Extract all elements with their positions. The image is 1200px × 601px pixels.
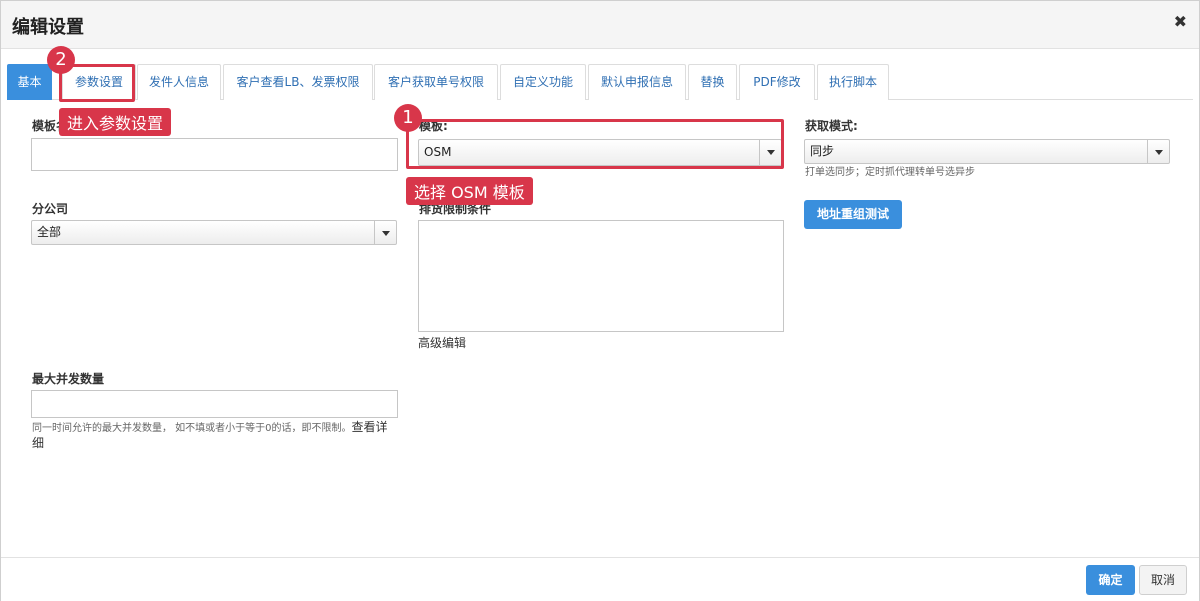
chevron-down-icon <box>1147 140 1169 163</box>
template-name-input[interactable] <box>31 138 398 171</box>
chevron-down-icon <box>759 140 781 165</box>
fetch-mode-select[interactable]: 同步 <box>804 139 1170 164</box>
tab-replace[interactable]: 替换 <box>688 64 737 100</box>
tab-default-declaration[interactable]: 默认申报信息 <box>588 64 686 100</box>
tab-parameters[interactable]: 参数设置 <box>62 64 136 100</box>
tab-pdf-edit[interactable]: PDF修改 <box>739 64 815 100</box>
template-select-value: OSM <box>424 145 452 159</box>
dialog-title: 编辑设置 <box>12 17 84 38</box>
step-2-callout: 进入参数设置 <box>59 108 172 136</box>
max-concurrency-hint-text: 同一时间允许的最大并发数量， 如不填或者小于等于0的话，即不限制。 <box>32 423 352 434</box>
tab-customer-lb-invoice[interactable]: 客户查看LB、发票权限 <box>223 64 373 100</box>
tab-sender-info[interactable]: 发件人信息 <box>137 64 221 100</box>
template-label: 模板: <box>419 119 448 133</box>
tab-bar: 基本 参数设置 发件人信息 客户查看LB、发票权限 客户获取单号权限 自定义功能… <box>7 64 1193 100</box>
address-test-button[interactable]: 地址重组测试 <box>804 200 902 229</box>
step-1-callout: 选择 OSM 模板 <box>406 177 533 205</box>
tab-run-script[interactable]: 执行脚本 <box>817 64 889 100</box>
tab-custom-functions[interactable]: 自定义功能 <box>500 64 586 100</box>
branch-select-value: 全部 <box>37 225 62 239</box>
exclude-conditions-textarea[interactable] <box>418 220 784 332</box>
confirm-button[interactable]: 确定 <box>1086 565 1135 595</box>
template-select[interactable]: OSM <box>418 139 782 166</box>
dialog-footer: 确定 取消 <box>1 557 1199 601</box>
cancel-button[interactable]: 取消 <box>1139 565 1187 595</box>
step-1-badge: 1 <box>394 104 422 132</box>
fetch-mode-select-value: 同步 <box>810 144 835 158</box>
max-concurrency-hint: 同一时间允许的最大并发数量， 如不填或者小于等于0的话，即不限制。查看详细 <box>32 420 398 452</box>
branch-label: 分公司 <box>32 202 69 216</box>
fetch-mode-label: 获取模式: <box>805 119 858 133</box>
max-concurrency-label: 最大并发数量 <box>32 372 105 386</box>
max-concurrency-input[interactable] <box>31 390 398 418</box>
fetch-mode-hint: 打单选同步；定时抓代理转单号选异步 <box>805 167 975 178</box>
advanced-edit-link[interactable]: 高级编辑 <box>418 334 466 351</box>
tab-basic[interactable]: 基本 <box>7 64 52 100</box>
branch-select[interactable]: 全部 <box>31 220 397 245</box>
dialog-header: 编辑设置 ✖ <box>1 1 1199 49</box>
close-icon[interactable]: ✖ <box>1174 12 1187 31</box>
tab-customer-tracking[interactable]: 客户获取单号权限 <box>374 64 498 100</box>
chevron-down-icon <box>374 221 396 244</box>
step-2-badge: 2 <box>47 46 75 74</box>
edit-settings-dialog: 编辑设置 ✖ 基本 参数设置 发件人信息 客户查看LB、发票权限 客户获取单号权… <box>0 0 1200 601</box>
